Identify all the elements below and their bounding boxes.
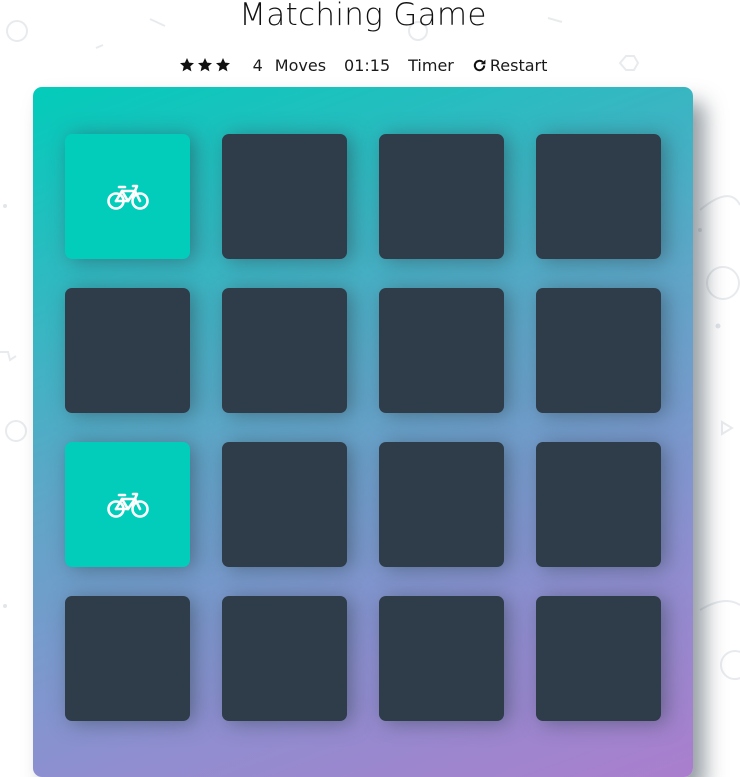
card-open[interactable]	[65, 134, 190, 259]
card-closed[interactable]	[222, 134, 347, 259]
restart-label: Restart	[489, 55, 548, 75]
star-rating	[179, 57, 231, 73]
score-panel: 4 Moves 01:15 Timer Restart	[0, 54, 726, 76]
card-closed[interactable]	[222, 442, 347, 567]
card-open[interactable]	[65, 442, 190, 567]
card-closed[interactable]	[65, 288, 190, 413]
bicycle-icon	[106, 492, 149, 518]
moves-label: Moves	[274, 55, 327, 75]
card-closed[interactable]	[222, 288, 347, 413]
card-closed[interactable]	[379, 596, 504, 721]
card-deck	[33, 87, 693, 777]
timer-value: 01:15	[344, 55, 391, 75]
card-closed[interactable]	[536, 596, 661, 721]
card-closed[interactable]	[379, 134, 504, 259]
timer-label: Timer	[408, 55, 454, 75]
card-closed[interactable]	[536, 288, 661, 413]
page-title: Matching Game	[239, 0, 487, 33]
restart-button[interactable]: Restart	[472, 55, 548, 75]
restart-icon	[473, 59, 486, 71]
card-closed[interactable]	[222, 596, 347, 721]
card-closed[interactable]	[379, 442, 504, 567]
card-closed[interactable]	[379, 288, 504, 413]
card-closed[interactable]	[536, 134, 661, 259]
card-closed[interactable]	[536, 442, 661, 567]
bicycle-icon	[106, 184, 149, 210]
star-icon	[179, 58, 194, 72]
star-icon	[197, 58, 212, 72]
moves-count: 4	[252, 55, 263, 75]
card-closed[interactable]	[65, 596, 190, 721]
star-icon	[215, 58, 230, 72]
